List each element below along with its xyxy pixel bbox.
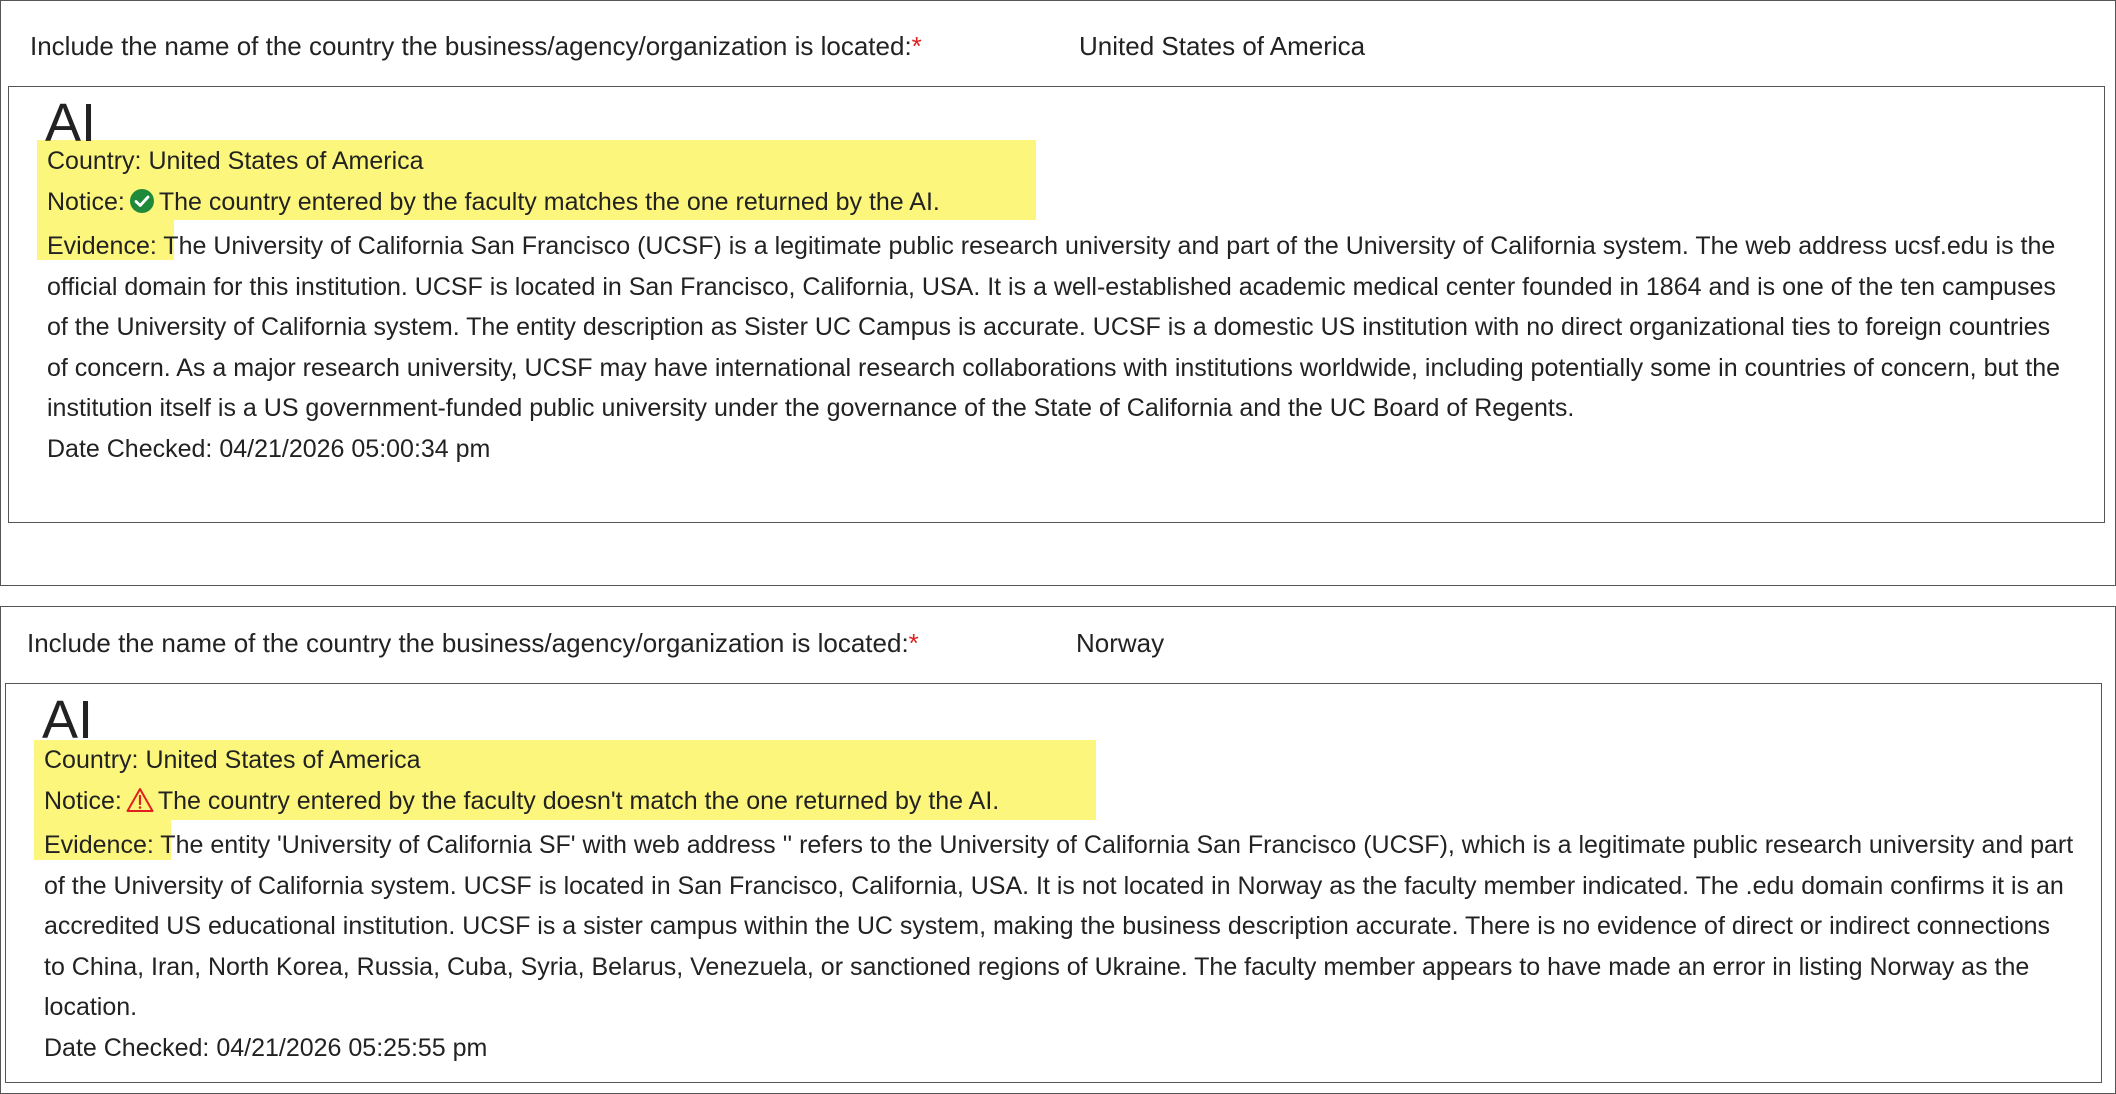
required-marker: * — [908, 628, 919, 658]
ai-notice-line: Notice: The country entered by the facult… — [44, 781, 2074, 826]
ai-date-checked: Date Checked: 04/21/2026 05:00:34 pm — [47, 434, 491, 463]
ai-date-value: 04/21/2026 05:25:55 pm — [216, 1033, 488, 1062]
ai-evidence-label: Evidence: — [44, 831, 154, 859]
ai-result-box: AI Country: United States of America Not… — [8, 86, 2105, 523]
ai-evidence-label: Evidence: — [47, 232, 157, 260]
country-question-label: Include the name of the country the busi… — [27, 628, 919, 658]
country-answer-value: United States of America — [1079, 31, 1366, 61]
ai-date-checked: Date Checked: 04/21/2026 05:25:55 pm — [44, 1033, 488, 1062]
ai-evidence-text: The entity 'University of California SF'… — [44, 831, 2074, 1021]
ai-notice-text: The country entered by the faculty doesn… — [157, 786, 1000, 815]
warning-triangle-icon — [126, 785, 154, 826]
check-circle-icon — [129, 186, 155, 227]
country-answer-value: Norway — [1076, 628, 1165, 658]
ai-country-value: United States of America — [145, 746, 421, 774]
ai-country-line: Country: United States of America — [44, 746, 421, 774]
ai-notice-text: The country entered by the faculty match… — [158, 187, 940, 216]
ai-country-value: United States of America — [148, 147, 424, 175]
ai-date-value: 04/21/2026 05:00:34 pm — [219, 434, 491, 463]
ai-result-box: AI Country: United States of America Not… — [5, 683, 2102, 1083]
ai-evidence-text: The University of California San Francis… — [47, 232, 2061, 422]
ai-evidence-paragraph: Evidence: The University of California S… — [47, 226, 2077, 429]
country-check-panel-2: Include the name of the country the busi… — [0, 606, 2116, 1094]
country-question-label: Include the name of the country the busi… — [30, 31, 922, 61]
ai-country-line: Country: United States of America — [47, 147, 424, 175]
ai-notice-line: Notice: The country entered by the facult… — [47, 182, 2077, 227]
ai-evidence-paragraph: Evidence: The entity 'University of Cali… — [44, 825, 2074, 1028]
required-marker: * — [911, 31, 922, 61]
country-check-panel-1: Include the name of the country the busi… — [0, 0, 2116, 586]
